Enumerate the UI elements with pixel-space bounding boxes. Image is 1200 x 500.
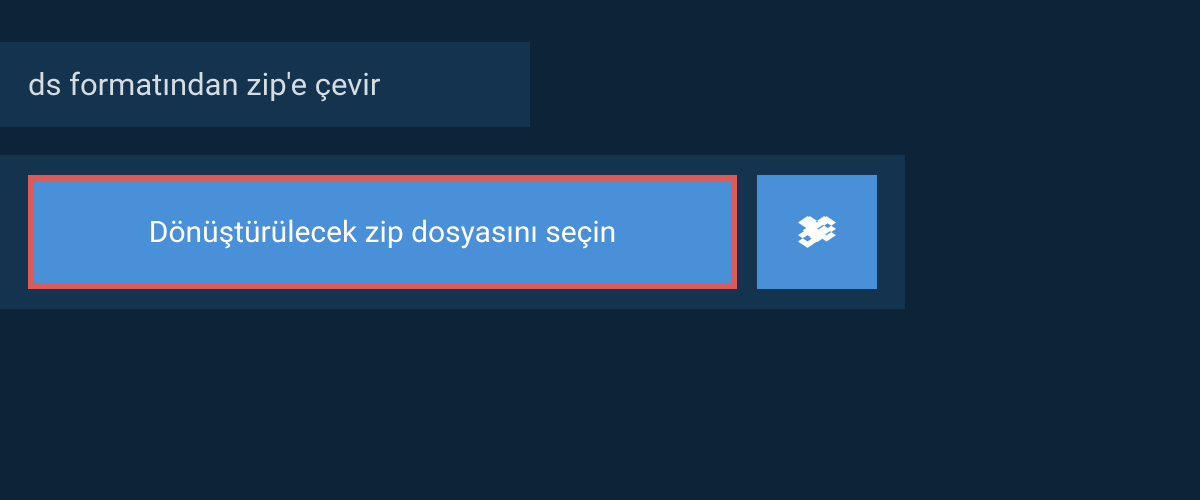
action-panel: Dönüştürülecek zip dosyasını seçin (0, 155, 905, 309)
title-bar: ds formatından zip'e çevir (0, 42, 530, 127)
dropbox-icon (798, 213, 836, 251)
select-file-label: Dönüştürülecek zip dosyasını seçin (149, 215, 616, 250)
dropbox-button[interactable] (757, 175, 877, 289)
page-title: ds formatından zip'e çevir (28, 66, 502, 103)
select-file-button[interactable]: Dönüştürülecek zip dosyasını seçin (28, 175, 737, 289)
